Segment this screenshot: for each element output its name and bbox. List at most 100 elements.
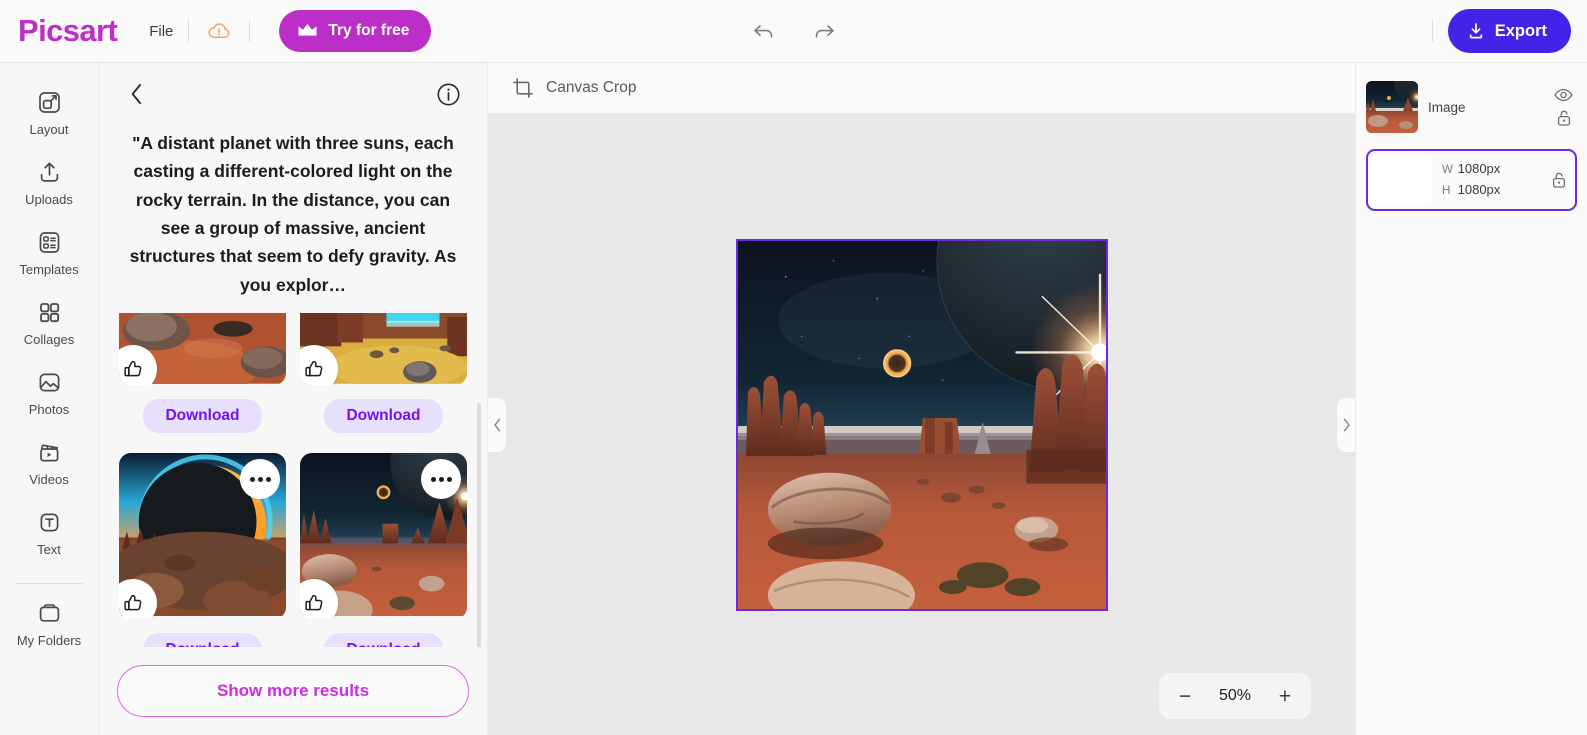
eye-icon[interactable] — [1554, 88, 1573, 102]
results-scroll-area[interactable]: Download — [99, 313, 487, 647]
history-controls — [747, 17, 841, 45]
zoom-in-button[interactable]: + — [1277, 686, 1293, 707]
thumbs-up-icon — [303, 592, 325, 614]
back-button[interactable] — [121, 78, 153, 110]
sidebar-item-uploads[interactable]: Uploads — [7, 149, 91, 213]
canvas-artboard[interactable] — [736, 239, 1108, 611]
sidebar-item-layout[interactable]: Layout — [7, 79, 91, 143]
unlock-icon[interactable] — [1551, 171, 1567, 189]
ai-results-panel: "A distant planet with three suns, each … — [99, 63, 488, 735]
result-thumbnail[interactable] — [119, 453, 286, 619]
divider — [249, 20, 250, 42]
sidebar-item-photos[interactable]: Photos — [7, 359, 91, 423]
sidebar-item-label: Uploads — [25, 192, 73, 207]
try-for-free-label: Try for free — [328, 22, 409, 40]
prompt-text: "A distant planet with three suns, each … — [99, 125, 487, 313]
layout-icon — [36, 89, 63, 116]
sidebar-item-label: Layout — [29, 122, 68, 137]
sidebar-item-collages[interactable]: Collages — [7, 289, 91, 353]
show-more-results-button[interactable]: Show more results — [117, 665, 469, 717]
unlock-icon[interactable] — [1556, 109, 1572, 127]
export-button[interactable]: Export — [1448, 9, 1571, 53]
thumbs-up-icon — [303, 358, 325, 380]
canvas-color-swatch — [1368, 156, 1432, 204]
canvas-crop-label: Canvas Crop — [546, 79, 636, 97]
result-thumbnail[interactable] — [119, 313, 286, 385]
redo-button[interactable] — [807, 17, 841, 45]
undo-button[interactable] — [747, 17, 781, 45]
folder-icon — [36, 600, 63, 627]
info-circle-icon — [436, 82, 461, 107]
canvas-height-key: H — [1442, 183, 1454, 201]
thumbs-up-icon — [122, 358, 144, 380]
collapse-right-panel-button[interactable] — [1337, 398, 1355, 452]
canvas-width-key: W — [1442, 162, 1454, 180]
crown-icon — [297, 23, 318, 39]
sidebar-item-label: Templates — [19, 262, 78, 277]
divider — [1432, 20, 1433, 42]
more-dots-icon — [447, 477, 452, 482]
zoom-controls: − 50% + — [1159, 673, 1311, 719]
more-dots-icon — [258, 477, 263, 482]
try-for-free-button[interactable]: Try for free — [279, 10, 431, 52]
download-button[interactable]: Download — [143, 399, 261, 433]
results-header — [99, 63, 487, 125]
canvas-toolbar: Canvas Crop — [488, 63, 1355, 114]
layer-name: Image — [1428, 100, 1544, 115]
canvas-width-value: 1080px — [1458, 161, 1501, 176]
thumbs-up-icon — [122, 592, 144, 614]
undo-arrow-icon — [751, 21, 777, 41]
sidebar-item-label: My Folders — [17, 633, 81, 648]
sidebar-item-label: Text — [37, 542, 61, 557]
divider — [188, 20, 189, 42]
sidebar-item-label: Photos — [29, 402, 69, 417]
results-footer: Show more results — [99, 647, 487, 735]
templates-icon — [36, 229, 63, 256]
sidebar-item-my-folders[interactable]: My Folders — [7, 590, 91, 654]
collapse-left-panel-button[interactable] — [488, 398, 506, 452]
file-menu[interactable]: File — [149, 23, 173, 40]
result-thumbnail[interactable] — [300, 453, 467, 619]
result-item: Download — [119, 453, 286, 647]
app-logo[interactable]: Picsart — [18, 13, 117, 49]
canvas-image — [738, 241, 1106, 609]
download-button[interactable]: Download — [143, 633, 261, 647]
download-button[interactable]: Download — [324, 633, 442, 647]
canvas-stage[interactable]: − 50% + — [488, 114, 1355, 735]
more-dots-icon — [250, 477, 255, 482]
results-scrollbar[interactable] — [477, 403, 481, 647]
text-icon — [36, 509, 63, 536]
sidebar-item-label: Collages — [24, 332, 75, 347]
crop-icon — [512, 77, 534, 99]
more-options-button[interactable] — [421, 459, 461, 499]
videos-icon — [36, 439, 63, 466]
result-item: Download — [300, 313, 467, 453]
result-item: Download — [300, 453, 467, 647]
sidebar-item-text[interactable]: Text — [7, 499, 91, 563]
canvas-area: Canvas Crop — [488, 63, 1355, 735]
more-dots-icon — [431, 477, 436, 482]
left-sidebar: Layout Uploads — [0, 63, 99, 735]
layer-item-image[interactable]: Image — [1366, 75, 1577, 139]
cloud-warning-icon[interactable] — [204, 19, 234, 43]
canvas-dimensions: W 1080px H 1080px — [1442, 159, 1541, 201]
redo-arrow-icon — [811, 21, 837, 41]
more-options-button[interactable] — [240, 459, 280, 499]
canvas-size-item[interactable]: W 1080px H 1080px — [1366, 149, 1577, 211]
canvas-width-row: W 1080px — [1442, 159, 1541, 180]
top-bar: Picsart File Try for free — [0, 0, 1587, 63]
chevron-right-icon — [1342, 418, 1351, 432]
zoom-out-button[interactable]: − — [1177, 686, 1193, 707]
sidebar-item-videos[interactable]: Videos — [7, 429, 91, 493]
export-label: Export — [1495, 22, 1547, 41]
canvas-height-row: H 1080px — [1442, 180, 1541, 201]
sidebar-item-templates[interactable]: Templates — [7, 219, 91, 283]
download-icon — [1466, 21, 1486, 41]
editor-body: Layout Uploads — [0, 63, 1587, 735]
result-thumbnail[interactable] — [300, 313, 467, 385]
chevron-left-icon — [493, 418, 502, 432]
result-item: Download — [119, 313, 286, 453]
info-button[interactable] — [434, 80, 463, 109]
download-button[interactable]: Download — [324, 399, 442, 433]
layer-actions — [1554, 88, 1573, 127]
